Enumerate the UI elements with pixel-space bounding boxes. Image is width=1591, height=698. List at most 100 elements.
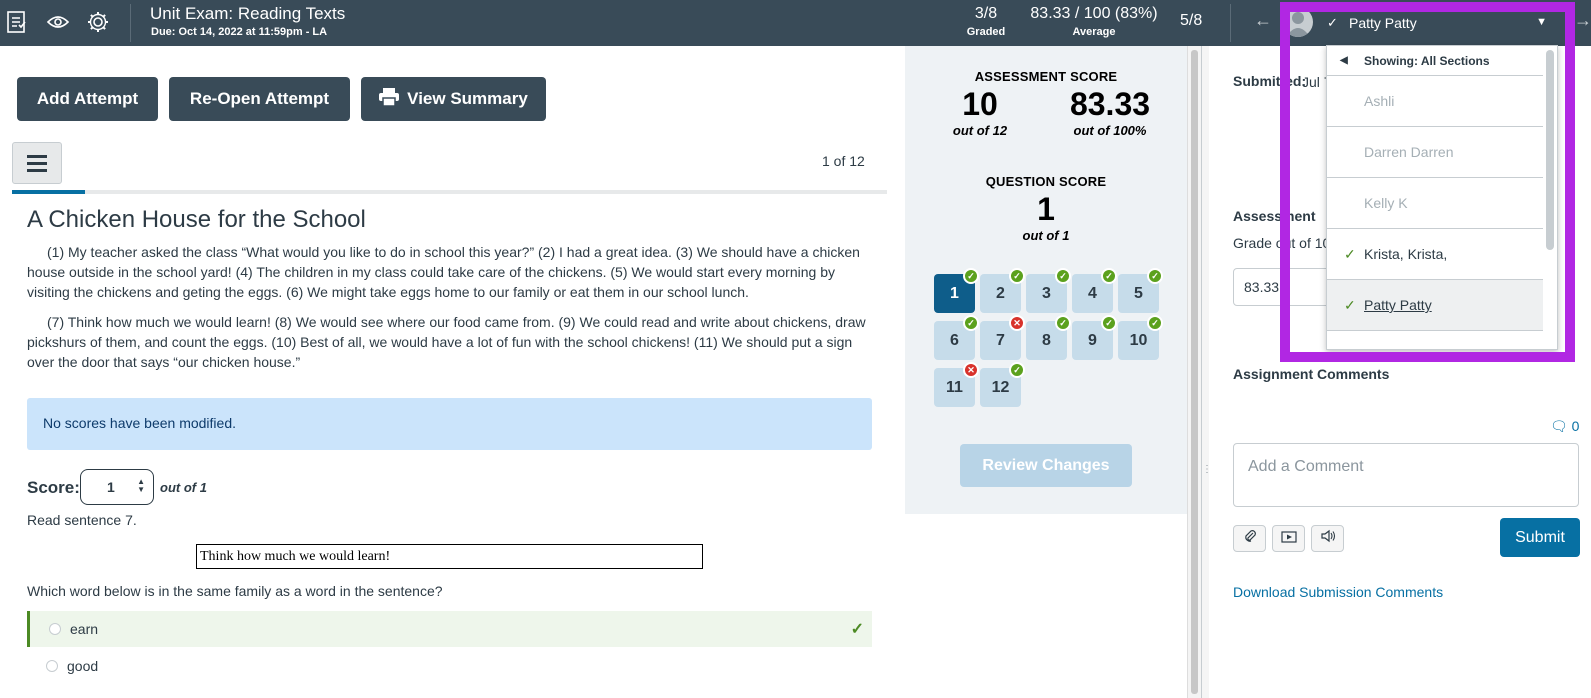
correct-check-icon: ✓ [1055, 268, 1071, 284]
due-date: Due: Oct 14, 2022 at 11:59pm - LA [151, 26, 328, 38]
correct-check-icon: ✓ [963, 315, 979, 331]
score-stepper[interactable]: 1 ▲ ▼ [80, 469, 154, 505]
question-tile[interactable]: 1 ✓ [934, 268, 979, 313]
checkmark-icon: ✓ [850, 621, 864, 638]
assignment-title[interactable]: Unit Exam: Reading Texts [150, 4, 345, 24]
gear-icon[interactable] [85, 9, 111, 35]
assessment-points: 10 [962, 86, 998, 122]
graded-check-icon: ✓ [1344, 297, 1356, 313]
question-progress-fill [12, 190, 85, 194]
speedgrader-logo-icon[interactable] [4, 9, 30, 35]
student-option[interactable]: ✓ Krista, Krista, [1327, 229, 1543, 280]
pane-resize-handle[interactable]: ⋮ [1201, 46, 1212, 698]
incorrect-x-icon: ✕ [963, 362, 979, 378]
question-points: 1 [1037, 191, 1055, 227]
question-tile[interactable]: 9 ✓ [1072, 315, 1117, 360]
passage-paragraph: (1) My teacher asked the class “What wou… [27, 244, 860, 300]
question-number: 9 [1088, 331, 1097, 349]
question-tile[interactable]: 3 ✓ [1026, 268, 1071, 313]
question-tile[interactable]: 5 ✓ [1118, 268, 1163, 313]
attach-file-button[interactable] [1233, 525, 1266, 552]
correct-check-icon: ✓ [1147, 315, 1163, 331]
hamburger-icon [27, 154, 47, 158]
question-tile[interactable]: 4 ✓ [1072, 268, 1117, 313]
add-attempt-label: Add Attempt [36, 89, 139, 108]
info-alert: No scores have been modified. [27, 398, 872, 450]
eye-icon[interactable] [45, 9, 71, 35]
student-option-name: Darren Darren [1364, 144, 1454, 160]
grade-out-of-label: Grade out of 10 [1233, 235, 1331, 251]
review-changes-button[interactable]: Review Changes [960, 444, 1132, 487]
student-picker[interactable]: ✓ Patty Patty ▼ [1283, 4, 1573, 42]
average-stat: 83.33 / 100 (83%) Average [1024, 5, 1164, 38]
graded-stat: 3/8 Graded [956, 5, 1016, 38]
section-filter-label: Showing: All Sections [1364, 54, 1490, 68]
comment-count[interactable]: 🗨 0 [1550, 418, 1579, 435]
question-tile[interactable]: 12 ✓ [980, 362, 1025, 407]
question-tile[interactable]: 11 ✕ [934, 362, 979, 407]
correct-check-icon: ✓ [1055, 315, 1071, 331]
caret-down-icon: ▼ [1536, 16, 1547, 28]
student-count: 5/8 [1180, 12, 1203, 29]
section-filter[interactable]: ◀ Showing: All Sections [1327, 46, 1543, 76]
submit-comment-button[interactable]: Submit [1500, 518, 1580, 557]
comment-icon: 🗨 [1550, 418, 1568, 434]
student-option-name: Ashli [1364, 93, 1395, 109]
correct-check-icon: ✓ [1009, 362, 1025, 378]
radio-button[interactable] [49, 623, 61, 635]
question-number: 11 [946, 378, 963, 396]
correct-check-icon: ✓ [1101, 315, 1117, 331]
next-student-arrow-icon[interactable]: → [1574, 10, 1591, 31]
media-comment-button[interactable] [1272, 525, 1305, 552]
submitted-label: Submitted: [1233, 73, 1307, 89]
student-option[interactable]: Darren Darren [1327, 127, 1543, 178]
student-option[interactable]: Ashli [1327, 76, 1543, 127]
question-tile[interactable]: 6 ✓ [934, 315, 979, 360]
paperclip-icon [1243, 529, 1257, 548]
question-number: 10 [1129, 331, 1148, 349]
printer-icon [379, 87, 400, 111]
question-number: 1 [950, 284, 959, 302]
question-pager: 1 of 12 [822, 153, 865, 169]
answer-text: earn [70, 621, 99, 637]
question-number: 3 [1042, 284, 1051, 302]
question-progress-bar [12, 190, 887, 194]
question-number: 12 [991, 378, 1010, 396]
view-summary-button[interactable]: View Summary [361, 77, 546, 121]
correct-check-icon: ✓ [1147, 268, 1163, 284]
download-comments-link[interactable]: Download Submission Comments [1233, 584, 1443, 600]
student-option[interactable]: Kelly K [1327, 178, 1543, 229]
correct-check-icon: ✓ [1101, 268, 1117, 284]
question-tile[interactable]: 10 ✓ [1118, 315, 1163, 360]
comment-textarea[interactable]: Add a Comment [1233, 443, 1579, 507]
question-number: 2 [996, 284, 1005, 302]
question-number: 8 [1042, 331, 1051, 349]
score-value: 1 [107, 479, 115, 495]
question-number: 7 [996, 331, 1005, 349]
comment-count-value: 0 [1571, 418, 1580, 434]
answer-option[interactable]: good [27, 648, 872, 684]
scrollbar[interactable] [1187, 46, 1201, 698]
question-tile[interactable]: 8 ✓ [1026, 315, 1071, 360]
graded-label: Graded [966, 26, 1006, 38]
student-dropdown-menu[interactable]: ◀ Showing: All Sections Ashli Darren Darr… [1326, 45, 1558, 350]
add-attempt-button[interactable]: Add Attempt [17, 77, 158, 121]
video-icon [1280, 530, 1297, 548]
dropdown-scrollbar[interactable] [1546, 50, 1554, 250]
reopen-attempt-button[interactable]: Re-Open Attempt [169, 77, 350, 121]
score-label: Score: [27, 478, 80, 497]
question-tile[interactable]: 2 ✓ [980, 268, 1025, 313]
header-divider [130, 4, 131, 42]
assessment-percent: 83.33 [1069, 86, 1151, 122]
answer-option[interactable]: earn ✓ [27, 611, 872, 647]
question-tile[interactable]: 7 ✕ [980, 315, 1025, 360]
student-option[interactable]: ✓ Patty Patty [1327, 280, 1543, 331]
previous-student-arrow-icon[interactable]: ← [1254, 10, 1272, 31]
stepper-arrows-icon[interactable]: ▲ ▼ [137, 478, 145, 494]
speech-recognition-button[interactable] [1311, 525, 1344, 552]
scrollbar-thumb[interactable] [1191, 50, 1198, 694]
question-menu-button[interactable] [12, 142, 62, 184]
average-value: 83.33 / 100 (83%) [1030, 5, 1158, 22]
question-number: 6 [950, 331, 959, 349]
radio-button[interactable] [46, 660, 58, 672]
